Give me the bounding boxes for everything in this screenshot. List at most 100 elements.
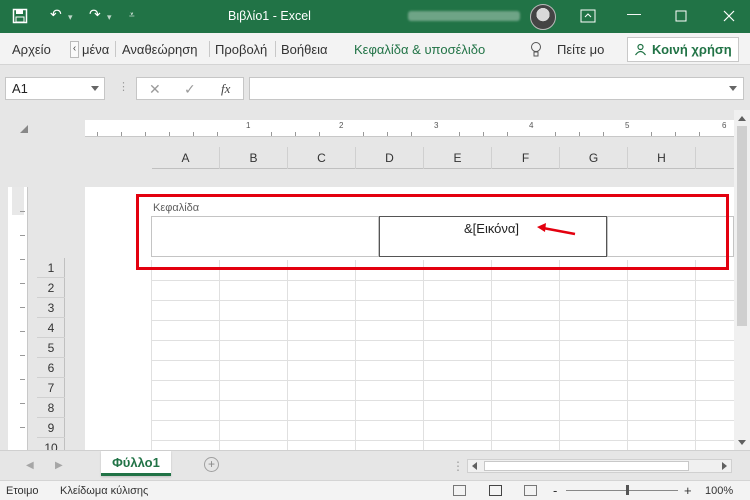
minimize-icon[interactable]: —	[624, 5, 644, 21]
column-header[interactable]: E	[424, 147, 492, 169]
status-scroll-lock: Κλείδωμα κύλισης	[60, 485, 149, 497]
cell-grid[interactable]	[151, 260, 734, 450]
ruler-number: 5	[625, 121, 630, 130]
page-break-view-icon[interactable]	[524, 485, 537, 496]
close-icon[interactable]	[723, 10, 743, 22]
column-header[interactable]: B	[220, 147, 288, 169]
ruler-number: 4	[529, 121, 534, 130]
ribbon-display-icon[interactable]	[580, 9, 600, 23]
undo-icon[interactable]: ↶	[50, 6, 62, 23]
name-box-value: A1	[12, 81, 28, 96]
tab-mailings[interactable]: μένα	[82, 42, 109, 57]
ruler-number: 2	[339, 121, 344, 130]
ribbon-scroll-left-button[interactable]: ‹	[70, 41, 79, 58]
tab-file[interactable]: Αρχείο	[12, 42, 51, 57]
chevron-down-icon[interactable]	[91, 86, 99, 91]
maximize-icon[interactable]	[675, 10, 695, 22]
function-icon[interactable]: fx	[221, 81, 230, 97]
redo-icon[interactable]: ↷	[89, 6, 101, 23]
tab-review[interactable]: Αναθεώρηση	[122, 42, 198, 57]
column-header[interactable]: G	[560, 147, 628, 169]
formula-bar: A1 ⋮ ✕ ✓ fx	[0, 65, 750, 110]
next-sheet-icon[interactable]: ▶	[55, 460, 63, 471]
vertical-scrollbar[interactable]	[734, 110, 750, 450]
highlight-box	[136, 194, 729, 270]
cancel-icon[interactable]: ✕	[149, 81, 161, 98]
column-header[interactable]: D	[356, 147, 424, 169]
row-header[interactable]: 1	[37, 258, 65, 278]
zoom-in-button[interactable]: +	[684, 483, 692, 498]
column-header[interactable]: F	[492, 147, 560, 169]
prev-sheet-icon[interactable]: ◀	[26, 460, 34, 471]
column-header[interactable]: A	[152, 147, 220, 169]
title-separator: -	[272, 9, 277, 23]
scroll-thumb[interactable]	[484, 461, 689, 471]
row-header[interactable]: 8	[37, 398, 65, 418]
tell-me-search[interactable]: Πείτε μο	[557, 42, 604, 57]
workbook-name: Βιβλίο1	[228, 9, 270, 23]
tab-separator	[115, 41, 116, 57]
share-button[interactable]: Κοινή χρήση	[627, 37, 739, 62]
row-headers: 1 2 3 4 5 6 7 8 9 10	[37, 258, 65, 450]
column-headers: A B C D E F G H	[152, 147, 734, 169]
zoom-level[interactable]: 100%	[705, 485, 733, 497]
column-header[interactable]: C	[288, 147, 356, 169]
horizontal-ruler: 1 2 3 4 5 6	[85, 120, 734, 137]
row-header[interactable]: 4	[37, 318, 65, 338]
save-icon[interactable]	[12, 8, 28, 24]
row-header[interactable]: 3	[37, 298, 65, 318]
name-box[interactable]: A1	[5, 77, 105, 100]
window-title: Βιβλίο1 - Excel	[228, 9, 311, 23]
avatar[interactable]	[530, 4, 556, 30]
share-label: Κοινή χρήση	[652, 42, 732, 57]
row-header[interactable]: 9	[37, 418, 65, 438]
formula-input[interactable]	[249, 77, 744, 100]
chevron-down-icon[interactable]	[729, 86, 737, 91]
status-bar: Ετοιμο Κλείδωμα κύλισης - + 100%	[0, 480, 750, 500]
sheet-tabs-bar: ◀ ▶ Φύλλο1 + ⋮	[0, 450, 750, 480]
worksheet-area: 1 2 3 4 5 6 A B C D E F G H Κεφαλίδα &[Ε…	[0, 110, 734, 450]
add-sheet-icon[interactable]: +	[204, 457, 219, 472]
scroll-thumb[interactable]	[737, 126, 747, 326]
account-name-blurred	[408, 11, 520, 21]
tab-view[interactable]: Προβολή	[215, 42, 267, 57]
enter-icon[interactable]: ✓	[184, 81, 196, 98]
tab-header-footer[interactable]: Κεφαλίδα & υποσέλιδο	[354, 42, 485, 57]
scroll-right-icon[interactable]	[722, 462, 727, 470]
formula-buttons: ✕ ✓ fx	[136, 77, 244, 100]
arrow-annotation-icon	[537, 223, 576, 236]
scroll-up-icon[interactable]	[738, 116, 746, 121]
tab-help[interactable]: Βοήθεια	[281, 42, 328, 57]
resize-handle-icon[interactable]: ⋮	[118, 80, 129, 93]
share-icon	[635, 43, 646, 56]
lightbulb-icon[interactable]	[530, 41, 542, 58]
column-header[interactable]: H	[628, 147, 696, 169]
ruler-number: 1	[246, 121, 251, 130]
horizontal-scrollbar[interactable]	[467, 459, 732, 473]
page-layout-view-icon[interactable]	[489, 485, 502, 496]
row-header[interactable]: 6	[37, 358, 65, 378]
scroll-left-icon[interactable]	[472, 462, 477, 470]
row-header[interactable]: 2	[37, 278, 65, 298]
row-header[interactable]: 7	[37, 378, 65, 398]
row-header[interactable]: 10	[37, 438, 65, 450]
app-name: Excel	[280, 9, 311, 23]
zoom-slider-knob[interactable]	[626, 485, 629, 495]
ribbon-tabs: Αρχείο ‹ μένα Αναθεώρηση Προβολή Βοήθεια…	[0, 33, 750, 65]
scroll-down-icon[interactable]	[738, 440, 746, 445]
normal-view-icon[interactable]	[453, 485, 466, 496]
zoom-out-button[interactable]: -	[553, 483, 557, 498]
undo-dropdown-icon[interactable]: ▾	[68, 12, 73, 23]
vertical-ruler	[8, 187, 28, 450]
row-header[interactable]: 5	[37, 338, 65, 358]
ruler-corner	[20, 125, 28, 133]
status-ready: Ετοιμο	[6, 485, 39, 497]
customize-qat-icon[interactable]: ⩡	[129, 10, 135, 21]
sheet-tab[interactable]: Φύλλο1	[101, 451, 171, 476]
redo-dropdown-icon[interactable]: ▾	[107, 12, 112, 23]
split-handle-icon[interactable]: ⋮	[452, 459, 464, 473]
zoom-slider[interactable]	[566, 490, 678, 491]
tab-separator	[209, 41, 210, 57]
ruler-number: 6	[722, 121, 727, 130]
tab-separator	[275, 41, 276, 57]
